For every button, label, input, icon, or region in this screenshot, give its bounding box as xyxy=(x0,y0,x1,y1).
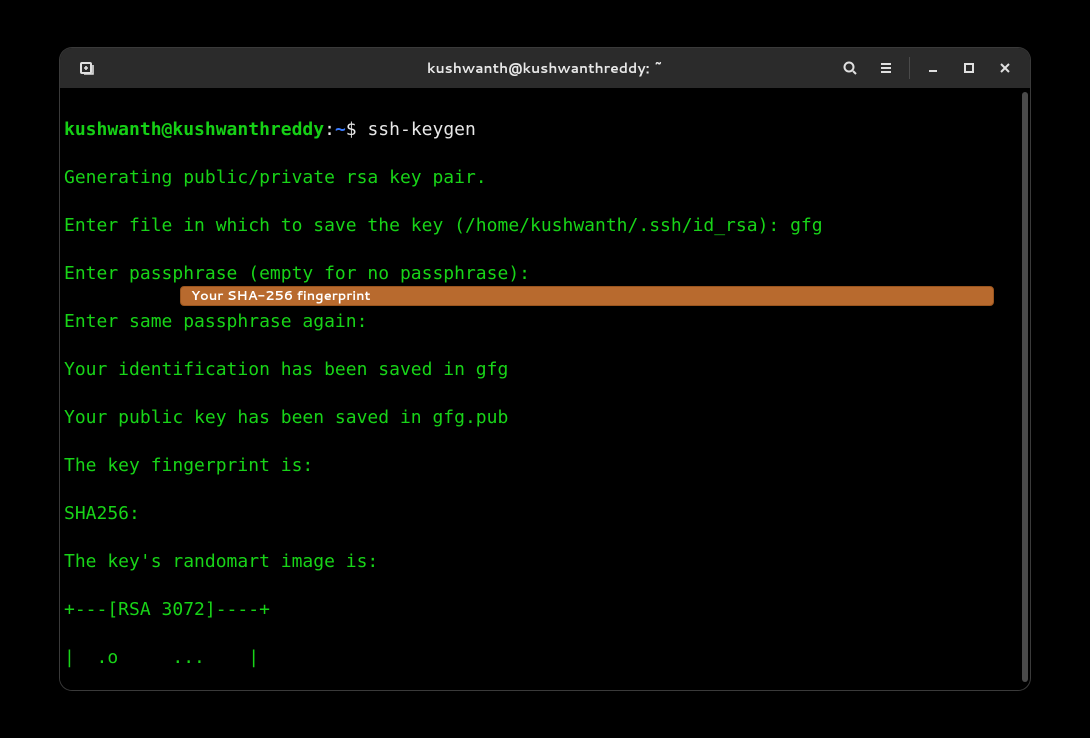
command-text: ssh-keygen xyxy=(367,119,475,140)
output-line: Enter same passphrase again: xyxy=(64,310,1024,334)
minimize-button[interactable] xyxy=(916,51,950,85)
output-line: The key's randomart image is: xyxy=(64,550,1024,574)
terminal-output: kushwanth@kushwanthreddy:~$ ssh-keygen G… xyxy=(64,94,1024,690)
output-line: Generating public/private rsa key pair. xyxy=(64,166,1024,190)
prompt-user-host: kushwanth@kushwanthreddy xyxy=(64,119,324,140)
output-line: SHA256: xyxy=(64,502,1024,526)
search-button[interactable] xyxy=(833,51,867,85)
output-line: Enter file in which to save the key (/ho… xyxy=(64,214,1024,238)
output-line: Enter passphrase (empty for no passphras… xyxy=(64,262,1024,286)
prompt-cwd: ~ xyxy=(335,119,346,140)
terminal-viewport[interactable]: kushwanth@kushwanthreddy:~$ ssh-keygen G… xyxy=(60,88,1024,690)
randomart-line: +---[RSA 3072]----+ xyxy=(64,598,1024,622)
menu-button[interactable] xyxy=(869,51,903,85)
prompt-colon: : xyxy=(324,119,335,140)
titlebar: kushwanth@kushwanthreddy: ~ xyxy=(60,48,1030,88)
terminal-window: kushwanth@kushwanthreddy: ~ kushwanth@ku… xyxy=(60,48,1030,690)
close-button[interactable] xyxy=(988,51,1022,85)
separator xyxy=(909,57,910,79)
redaction-banner: Your SHA-256 fingerprint xyxy=(180,286,994,306)
output-line: Your identification has been saved in gf… xyxy=(64,358,1024,382)
redaction-label: Your SHA-256 fingerprint xyxy=(191,287,371,305)
scrollbar[interactable] xyxy=(1022,92,1028,682)
maximize-button[interactable] xyxy=(952,51,986,85)
output-line: Your public key has been saved in gfg.pu… xyxy=(64,406,1024,430)
randomart-line: | .o ... | xyxy=(64,646,1024,670)
prompt-dollar: $ xyxy=(346,119,368,140)
new-tab-button[interactable] xyxy=(70,51,104,85)
output-line: The key fingerprint is: xyxy=(64,454,1024,478)
